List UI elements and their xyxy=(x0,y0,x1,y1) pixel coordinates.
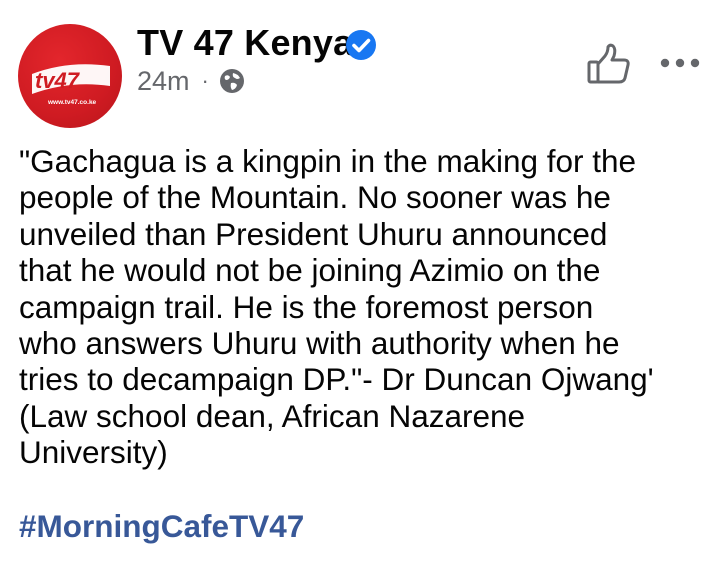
logo-text: tv47 xyxy=(35,68,81,93)
more-options-icon[interactable] xyxy=(658,54,702,72)
page-name-link[interactable]: TV 47 Kenya xyxy=(137,22,353,64)
hashtag-link[interactable]: #MorningCafeTV47 xyxy=(19,508,304,545)
meta-separator: · xyxy=(201,68,209,93)
post-text-line: tries to decampaign DP."- Dr Duncan Ojwa… xyxy=(19,361,654,398)
post-meta: 24m · xyxy=(137,66,245,96)
post-text-line: unveiled than President Uhuru announced xyxy=(19,215,608,252)
post-text-line: that he would not be joining Azimio on t… xyxy=(19,252,601,289)
facebook-post: tv47 www.tv47.co.ke TV 47 Kenya 24m · "G… xyxy=(0,0,720,561)
post-timestamp[interactable]: 24m xyxy=(137,66,190,97)
post-text-line: University) xyxy=(19,434,168,471)
post-body: "Gachagua is a kingpin in the making for… xyxy=(19,143,699,471)
post-text-line: who answers Uhuru with authority when he xyxy=(19,324,620,361)
page-avatar[interactable]: tv47 www.tv47.co.ke xyxy=(18,24,122,128)
post-text-line: "Gachagua is a kingpin in the making for… xyxy=(19,143,637,179)
globe-icon[interactable] xyxy=(219,68,245,94)
logo-url-text: www.tv47.co.ke xyxy=(47,99,97,106)
post-text-line: campaign trail. He is the foremost perso… xyxy=(19,288,594,325)
post-text-line: people of the Mountain. No sooner was he xyxy=(19,179,611,216)
post-text-line: (Law school dean, African Nazarene xyxy=(19,397,526,434)
verified-badge-icon xyxy=(346,30,376,60)
tv47-logo-icon: tv47 www.tv47.co.ke xyxy=(32,64,110,106)
thumbs-up-icon[interactable] xyxy=(586,42,632,86)
